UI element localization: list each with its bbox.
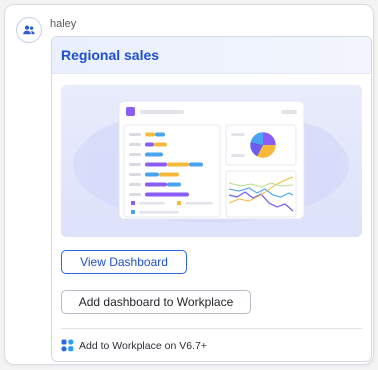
add-dashboard-to-workplace-button[interactable]: Add dashboard to Workplace bbox=[61, 290, 251, 314]
view-dashboard-button[interactable]: View Dashboard bbox=[61, 250, 187, 274]
dashboard-preview-image bbox=[61, 85, 362, 237]
users-icon bbox=[23, 25, 35, 35]
sender-name[interactable]: haley bbox=[50, 18, 76, 30]
workplace-footer-text: Add to Workplace on V6.7+ bbox=[79, 339, 207, 352]
workplace-footer: Add to Workplace on V6.7+ bbox=[61, 339, 207, 352]
card-header: Regional sales bbox=[52, 37, 371, 74]
workplace-app-icon bbox=[61, 339, 74, 352]
dashboard-card: Regional sales View Dashboard Add dashbo… bbox=[51, 36, 372, 362]
sender-avatar[interactable] bbox=[16, 17, 42, 43]
card-divider bbox=[61, 328, 362, 329]
card-title: Regional sales bbox=[61, 47, 160, 63]
message-container: haley Regional sales View Dashboard Add … bbox=[4, 4, 374, 365]
